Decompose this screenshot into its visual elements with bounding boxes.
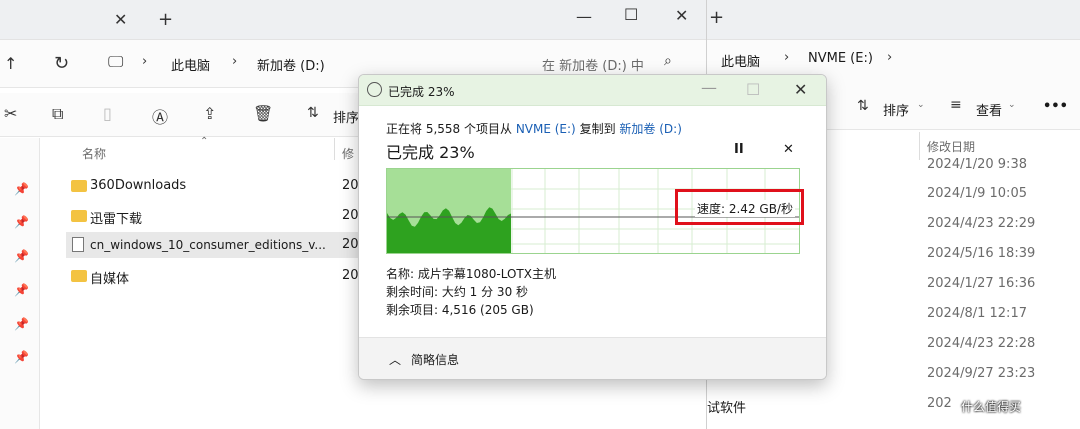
copy-progress-dialog: 已完成 23% — ☐ ✕ 正在将 5,558 个项目从 NVME (E:) 复… <box>358 74 827 380</box>
paste-icon[interactable]: ▯ <box>103 104 112 123</box>
column-divider[interactable] <box>334 138 335 160</box>
chevron-right-icon[interactable]: › <box>887 50 892 65</box>
pin-icon[interactable]: 📌 <box>14 215 29 229</box>
file-name: 360Downloads <box>90 178 187 193</box>
sort-icon[interactable]: ⇅ <box>857 98 869 114</box>
file-name: 迅雷下载 <box>90 212 143 227</box>
new-tab-icon[interactable]: + <box>158 9 173 30</box>
maximize-button[interactable]: ☐ <box>624 5 638 24</box>
breadcrumb-drive-d[interactable]: 新加卷 (D:) <box>257 55 325 74</box>
clock-icon <box>367 82 382 97</box>
date-cell: 202 <box>927 396 952 411</box>
file-icon <box>72 237 84 252</box>
name-line: 名称: 成片字幕1080-LOTX主机 <box>386 267 556 281</box>
chevron-down-icon[interactable]: ⌄ <box>1008 100 1016 110</box>
copy-prefix-text: 正在将 5,558 个项目从 <box>386 122 512 136</box>
destination-link[interactable]: 新加卷 (D:) <box>619 122 681 136</box>
copy-status-line: 正在将 5,558 个项目从 NVME (E:) 复制到 新加卷 (D:) <box>386 120 682 137</box>
folder-icon <box>71 180 87 192</box>
sort-icon[interactable]: ⇅ <box>307 105 319 121</box>
copy-icon[interactable]: ⧉ <box>52 104 63 124</box>
minimize-button[interactable]: — <box>701 78 717 97</box>
chevron-right-icon[interactable]: › <box>232 54 237 69</box>
time-remaining-line: 剩余时间: 大约 1 分 30 秒 <box>386 285 529 299</box>
folder-icon <box>71 270 87 282</box>
dialog-title: 已完成 23% <box>388 85 455 99</box>
file-row[interactable]: 自媒体 20 <box>68 264 359 288</box>
breadcrumb-nvme-e[interactable]: NVME (E:) <box>808 51 873 66</box>
date-cell: 2024/4/23 22:28 <box>927 336 1036 351</box>
dialog-title-bar: 已完成 23% — ☐ ✕ <box>359 75 826 106</box>
date-cell: 2024/1/9 10:05 <box>927 186 1027 201</box>
pin-icon[interactable]: 📌 <box>14 317 29 331</box>
view-button[interactable]: 查看 <box>976 100 1002 119</box>
cut-icon[interactable]: ✂ <box>4 104 17 123</box>
rename-icon[interactable]: Ⓐ <box>152 104 168 128</box>
chevron-up-icon[interactable]: ︿ <box>389 351 401 368</box>
dialog-footer: ︿ 简略信息 <box>359 337 826 379</box>
file-name: 试软件 <box>707 401 747 416</box>
date-cell: 2024/4/23 22:29 <box>927 216 1036 231</box>
breadcrumb-this-pc[interactable]: 此电脑 <box>721 51 760 70</box>
date-cell: 2024/1/20 9:38 <box>927 157 1027 172</box>
chevron-right-icon[interactable]: › <box>784 50 789 65</box>
close-button[interactable]: ✕ <box>794 80 807 99</box>
column-header-modified[interactable]: 修改日期 <box>927 138 975 155</box>
date-cell: 2024/5/16 18:39 <box>927 246 1036 261</box>
search-icon[interactable]: ⌕ <box>664 53 672 69</box>
maximize-button[interactable]: ☐ <box>746 80 760 99</box>
highlight-box <box>675 189 804 225</box>
column-divider[interactable] <box>919 132 920 160</box>
file-date: 20 <box>342 268 359 283</box>
pause-button[interactable]: II <box>734 142 744 157</box>
file-row-selected[interactable]: cn_windows_10_consumer_editions_v... 20 <box>66 232 359 258</box>
file-row[interactable]: 360Downloads 20 <box>68 174 359 198</box>
file-date: 20 <box>342 178 359 193</box>
fewer-details-button[interactable]: 简略信息 <box>411 351 459 368</box>
breadcrumb-this-pc[interactable]: 此电脑 <box>171 55 210 74</box>
date-cell: 2024/1/27 16:36 <box>927 276 1036 291</box>
sort-button[interactable]: 排序 <box>883 100 909 119</box>
left-tab-bar: ✕ + — ☐ ✕ <box>0 0 706 40</box>
source-link[interactable]: NVME (E:) <box>516 122 576 136</box>
view-icon[interactable]: ≡ <box>950 97 962 113</box>
search-input[interactable]: 在 新加卷 (D:) 中 <box>542 55 644 74</box>
chevron-down-icon[interactable]: ⌄ <box>917 100 925 110</box>
items-remaining-line: 剩余项目: 4,516 (205 GB) <box>386 303 534 317</box>
refresh-icon[interactable]: ↻ <box>54 53 69 74</box>
minimize-button[interactable]: — <box>576 7 592 26</box>
file-name: cn_windows_10_consumer_editions_v... <box>90 238 326 252</box>
tab-close-icon[interactable]: ✕ <box>114 10 127 29</box>
more-options-button[interactable]: ••• <box>1043 99 1068 114</box>
new-tab-icon[interactable]: + <box>709 7 724 28</box>
file-date: 20 <box>342 237 359 252</box>
file-row[interactable]: 迅雷下载 20 <box>68 204 359 228</box>
column-header-modified[interactable]: 修 <box>342 145 354 162</box>
delete-icon[interactable]: 🗑 <box>253 104 273 123</box>
pin-icon[interactable]: 📌 <box>14 283 29 297</box>
chevron-right-icon[interactable]: › <box>142 54 147 69</box>
up-arrow-icon[interactable]: ↑ <box>4 54 17 73</box>
column-header-name[interactable]: 名称 <box>82 145 106 162</box>
sort-button[interactable]: 排序 <box>333 107 359 126</box>
pin-icon[interactable]: 📌 <box>14 182 29 196</box>
pin-icon[interactable]: 📌 <box>14 249 29 263</box>
file-name: 自媒体 <box>90 272 130 287</box>
progress-heading: 已完成 23% <box>386 143 475 162</box>
sort-up-icon: ⌃ <box>200 136 209 147</box>
folder-icon <box>71 210 87 222</box>
date-cell: 2024/9/27 23:23 <box>927 366 1036 381</box>
right-tab-bar: + <box>707 0 1080 40</box>
copy-mid-text: 复制到 <box>579 122 616 136</box>
share-icon[interactable]: ⇪ <box>203 104 216 123</box>
cancel-button[interactable]: ✕ <box>783 142 794 157</box>
close-button[interactable]: ✕ <box>675 6 688 25</box>
date-cell: 2024/8/1 12:17 <box>927 306 1027 321</box>
navigation-pane: 📌 📌 📌 📌 📌 📌 <box>0 138 40 429</box>
pin-icon[interactable]: 📌 <box>14 350 29 364</box>
file-date: 20 <box>342 208 359 223</box>
computer-icon: 🖵 <box>108 52 124 71</box>
watermark: 什么值得买 <box>961 400 1022 414</box>
